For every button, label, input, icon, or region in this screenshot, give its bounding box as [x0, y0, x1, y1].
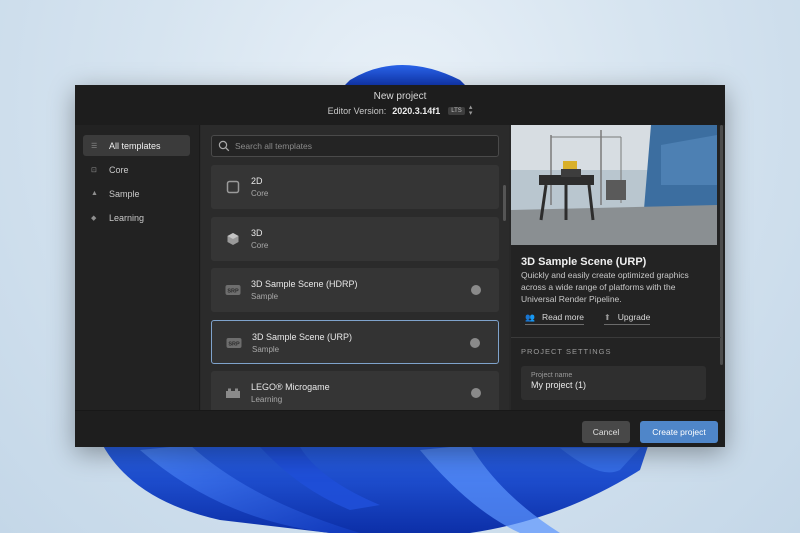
- template-description: Quickly and easily create optimized grap…: [521, 270, 689, 304]
- template-detail-title: 3D Sample Scene (URP): [521, 256, 647, 268]
- template-card-3d-sample-urp[interactable]: SRP 3D Sample Scene (URP) Sample: [211, 320, 499, 364]
- srp-icon: SRP: [225, 283, 241, 297]
- sidebar-item-learning[interactable]: ◆ Learning: [83, 207, 190, 228]
- template-card-lego-microgame[interactable]: LEGO® Microgame Learning: [211, 371, 499, 410]
- template-category: Learning: [251, 395, 283, 404]
- new-project-dialog: New project Editor Version: 2020.3.14f1 …: [75, 85, 725, 447]
- box-icon: ⊡: [91, 166, 97, 174]
- project-name-label: Project name: [531, 372, 573, 379]
- template-preview-image: [511, 125, 717, 245]
- project-settings-heading: PROJECT SETTINGS: [521, 347, 612, 356]
- template-category: Sample: [251, 292, 279, 301]
- sidebar-item-label: Core: [109, 164, 129, 175]
- upgrade-link[interactable]: ⬆ Upgrade: [604, 312, 651, 325]
- template-category: Sample: [252, 345, 280, 354]
- upgrade-label: Upgrade: [617, 312, 651, 322]
- project-name-input[interactable]: My project (1): [531, 380, 696, 390]
- sidebar-item-label: Sample: [109, 188, 140, 199]
- dialog-footer: Cancel Create project: [75, 410, 725, 447]
- template-list-scrollbar[interactable]: [503, 185, 506, 221]
- dialog-header: New project Editor Version: 2020.3.14f1 …: [75, 85, 725, 125]
- upgrade-icon: ⬆: [604, 312, 611, 322]
- project-name-field[interactable]: Project name My project (1): [521, 366, 706, 400]
- graduation-cap-icon: ◆: [91, 214, 97, 222]
- download-icon[interactable]: [471, 285, 481, 295]
- template-card-3d[interactable]: 3D Core: [211, 217, 499, 261]
- download-icon[interactable]: [471, 388, 481, 398]
- srp-icon: SRP: [226, 336, 242, 350]
- read-more-link[interactable]: 👥 Read more: [525, 312, 585, 325]
- shapes-icon: ▲: [91, 190, 98, 197]
- sidebar-item-core[interactable]: ⊡ Core: [83, 159, 190, 180]
- template-categories-sidebar: ☰ All templates ⊡ Core ▲ Sample ◆ Learni…: [75, 125, 200, 410]
- editor-version-label: Editor Version:: [327, 106, 387, 116]
- lego-brick-icon: [225, 386, 241, 400]
- search-icon: [218, 140, 230, 152]
- divider: [511, 337, 721, 338]
- details-scrollbar[interactable]: [720, 125, 723, 365]
- cube-icon: [225, 232, 241, 246]
- template-title: LEGO® Microgame: [251, 382, 330, 392]
- lts-badge: LTS: [448, 107, 465, 115]
- editor-version-select[interactable]: 2020.3.14f1: [392, 106, 440, 116]
- sidebar-item-all-templates[interactable]: ☰ All templates: [83, 135, 190, 156]
- svg-text:SRP: SRP: [228, 342, 240, 348]
- list-icon: ☰: [91, 142, 98, 150]
- template-card-2d[interactable]: 2D Core: [211, 165, 499, 209]
- read-more-label: Read more: [541, 312, 585, 322]
- editor-version-row: Editor Version: 2020.3.14f1 LTS ▴ ▾: [75, 104, 725, 117]
- template-card-3d-sample-hdrp[interactable]: SRP 3D Sample Scene (HDRP) Sample: [211, 268, 499, 312]
- create-project-button[interactable]: Create project: [640, 421, 718, 443]
- template-links: 👥 Read more ⬆ Upgrade: [525, 312, 651, 325]
- cancel-button[interactable]: Cancel: [582, 421, 630, 443]
- svg-text:SRP: SRP: [227, 289, 239, 295]
- sidebar-item-label: Learning: [109, 212, 145, 223]
- template-title: 3D: [251, 228, 263, 238]
- template-category: Core: [251, 241, 269, 250]
- dialog-title: New project: [373, 91, 427, 102]
- template-title: 3D Sample Scene (HDRP): [251, 279, 358, 289]
- download-icon[interactable]: [470, 338, 480, 348]
- template-category: Core: [251, 189, 269, 198]
- template-title: 2D: [251, 176, 263, 186]
- sidebar-item-label: All templates: [109, 140, 161, 151]
- template-details-panel: 3D Sample Scene (URP) Quickly and easily…: [511, 125, 725, 410]
- sidebar-item-sample[interactable]: ▲ Sample: [83, 183, 190, 204]
- chevron-up-down-icon[interactable]: ▴ ▾: [469, 104, 473, 117]
- search-box[interactable]: [211, 135, 499, 157]
- template-list-panel: 2D Core 3D Core SRP 3D Sample Scene (HDR…: [201, 125, 509, 410]
- people-icon: 👥: [525, 312, 535, 322]
- search-input[interactable]: [235, 141, 485, 151]
- square-icon: [225, 180, 241, 194]
- template-title: 3D Sample Scene (URP): [252, 332, 353, 342]
